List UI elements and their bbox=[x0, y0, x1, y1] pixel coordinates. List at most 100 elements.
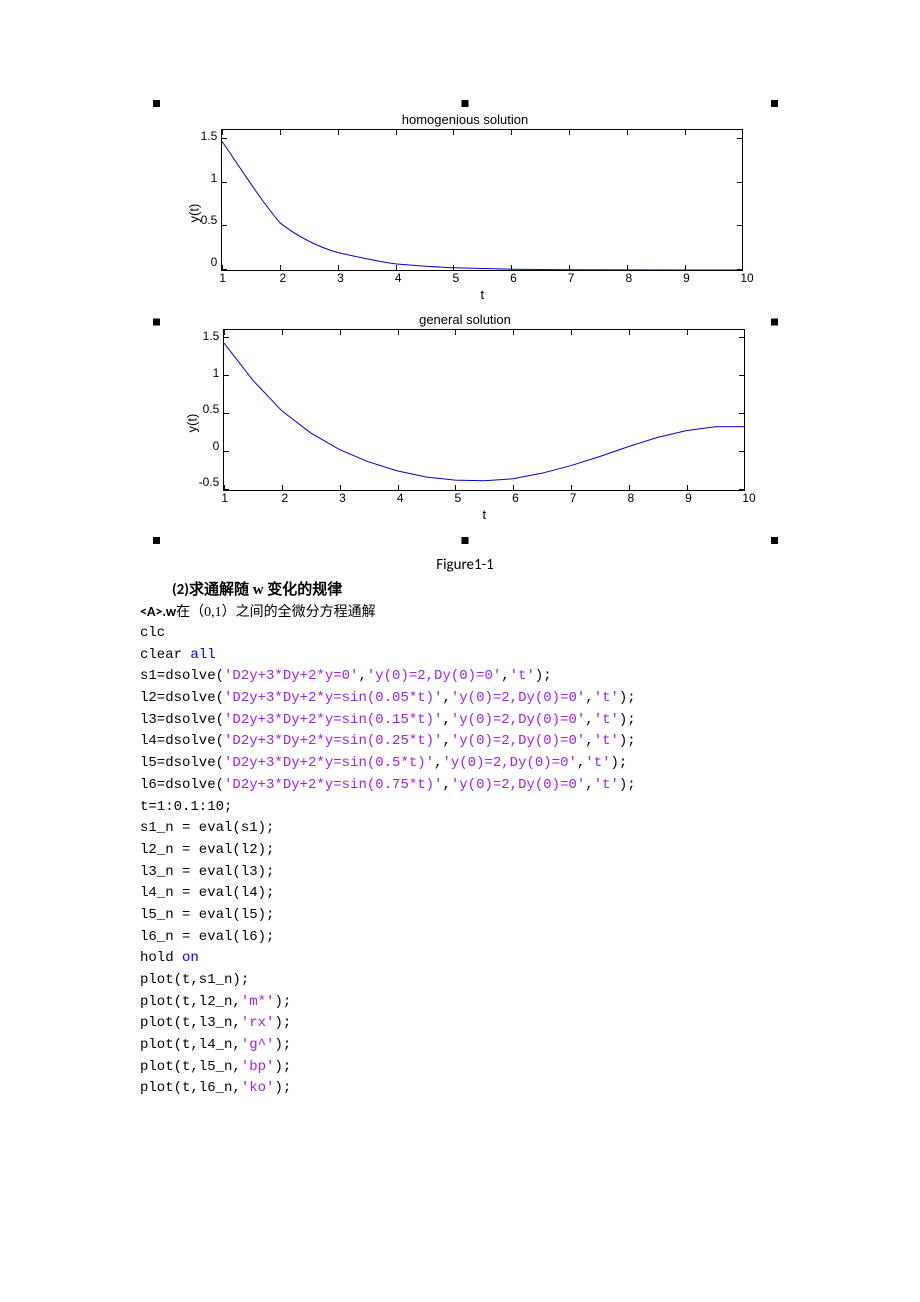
subheading-text: 在（0,1）之间的全微分方程通解 bbox=[176, 605, 376, 620]
code-string: 't' bbox=[510, 668, 535, 684]
code-line: l6_n = eval(l6); bbox=[140, 929, 274, 945]
plot-area bbox=[221, 129, 743, 271]
tick-label: 4 bbox=[395, 271, 396, 285]
selection-handle[interactable] bbox=[153, 100, 160, 107]
tick-label: 0.5 bbox=[201, 213, 218, 227]
code-string: 'D2y+3*Dy+2*y=sin(0.25*t)' bbox=[224, 733, 442, 749]
tick-label: 9 bbox=[685, 491, 686, 505]
code-line: l4=dsolve( bbox=[140, 733, 224, 749]
tick-label: 9 bbox=[683, 271, 684, 285]
code-string: 'rx' bbox=[241, 1015, 275, 1031]
code-string: 'D2y+3*Dy+2*y=sin(0.05*t)' bbox=[224, 690, 442, 706]
chart-title: general solution bbox=[161, 312, 770, 327]
tick-label: 7 bbox=[568, 271, 569, 285]
code-string: 'y(0)=2,Dy(0)=0' bbox=[367, 668, 501, 684]
code-line: plot(t,s1_n); bbox=[140, 972, 249, 988]
code-line: l4_n = eval(l4); bbox=[140, 885, 274, 901]
code-string: 't' bbox=[594, 777, 619, 793]
x-ticks: 1 2 3 4 5 6 7 8 9 10 bbox=[222, 271, 742, 285]
tick-label: 1.5 bbox=[201, 129, 218, 143]
code-line: hold bbox=[140, 950, 182, 966]
code-string: 't' bbox=[585, 755, 610, 771]
tick-label: 8 bbox=[627, 491, 628, 505]
code-string: 'D2y+3*Dy+2*y=sin(0.15*t)' bbox=[224, 712, 442, 728]
selection-handle[interactable] bbox=[462, 100, 469, 107]
x-axis-label: t bbox=[221, 287, 743, 302]
tick-label: 1 bbox=[211, 171, 218, 185]
tick-label: 3 bbox=[337, 271, 338, 285]
selection-handle[interactable] bbox=[771, 319, 778, 326]
tick-label: 5 bbox=[454, 491, 455, 505]
plot-row: y(t) 1.5 1 0.5 0 -0.5 bbox=[161, 329, 770, 522]
selection-handle[interactable] bbox=[153, 319, 160, 326]
code-string: 'y(0)=2,Dy(0)=0' bbox=[451, 690, 585, 706]
tick-label: 6 bbox=[512, 491, 513, 505]
x-axis-label: t bbox=[223, 507, 745, 522]
tick-label: 0 bbox=[213, 439, 220, 453]
tick-label: -0.5 bbox=[199, 475, 220, 489]
code-string: 'y(0)=2,Dy(0)=0' bbox=[442, 755, 576, 771]
code-string: 'y(0)=2,Dy(0)=0' bbox=[451, 777, 585, 793]
code-line: plot(t,l5_n, bbox=[140, 1059, 241, 1075]
x-ticks: 1 2 3 4 5 6 7 8 9 10 bbox=[224, 491, 744, 505]
tick-label: 1.5 bbox=[203, 329, 220, 343]
tick-label: 5 bbox=[452, 271, 453, 285]
tick-label: 8 bbox=[625, 271, 626, 285]
code-string: 'm*' bbox=[241, 994, 275, 1010]
y-axis-label: y(t) bbox=[184, 419, 199, 433]
code-string: 'D2y+3*Dy+2*y=0' bbox=[224, 668, 358, 684]
code-line: plot(t,l6_n, bbox=[140, 1080, 241, 1096]
heading-number: (2) bbox=[172, 581, 189, 599]
code-line: s1_n = eval(s1); bbox=[140, 820, 274, 836]
selection-handle[interactable] bbox=[771, 100, 778, 107]
section-heading-2: (2)求通解随 w 变化的规律 bbox=[172, 578, 790, 599]
code-string: 'ko' bbox=[241, 1080, 275, 1096]
tick-label: 10 bbox=[742, 491, 743, 505]
code-string: 'D2y+3*Dy+2*y=sin(0.75*t)' bbox=[224, 777, 442, 793]
tick-label: 6 bbox=[510, 271, 511, 285]
code-string: 'y(0)=2,Dy(0)=0' bbox=[451, 712, 585, 728]
tick-label: 3 bbox=[339, 491, 340, 505]
tick-label: 0 bbox=[211, 255, 218, 269]
code-string: 'D2y+3*Dy+2*y=sin(0.5*t)' bbox=[224, 755, 434, 771]
figure-caption: Figure1-1 bbox=[140, 556, 790, 574]
code-line: s1=dsolve( bbox=[140, 668, 224, 684]
plot-row: y(t) 1.5 1 0.5 0 bbox=[161, 129, 770, 302]
sub-heading-a: <A>.w在（0,1）之间的全微分方程通解 bbox=[140, 601, 790, 621]
tick-label: 1 bbox=[219, 271, 220, 285]
tick-label: 1 bbox=[213, 366, 220, 380]
code-string: 'y(0)=2,Dy(0)=0' bbox=[451, 733, 585, 749]
code-line: l3_n = eval(l3); bbox=[140, 864, 274, 880]
code-line: t=1:0.1:10; bbox=[140, 799, 232, 815]
tick-label: 10 bbox=[740, 271, 741, 285]
plot-column: 1 2 3 4 5 6 7 8 9 10 t bbox=[221, 129, 743, 302]
code-string: 't' bbox=[594, 712, 619, 728]
tick-label: 2 bbox=[280, 271, 281, 285]
code-line: clc bbox=[140, 625, 165, 641]
tick-label: 2 bbox=[282, 491, 283, 505]
plot-area bbox=[223, 329, 745, 491]
code-line: l5=dsolve( bbox=[140, 755, 224, 771]
code-line: l3=dsolve( bbox=[140, 712, 224, 728]
code-line: plot(t,l3_n, bbox=[140, 1015, 241, 1031]
code-line: l5_n = eval(l5); bbox=[140, 907, 274, 923]
figure-panel: homogenious solution y(t) 1.5 1 0.5 0 bbox=[153, 100, 778, 544]
code-block: clc clear all s1=dsolve('D2y+3*Dy+2*y=0'… bbox=[140, 623, 790, 1100]
code-line: clear bbox=[140, 647, 190, 663]
code-string: 't' bbox=[594, 733, 619, 749]
selection-handle[interactable] bbox=[153, 537, 160, 544]
axes: 1.5 1 0.5 0 bbox=[201, 129, 744, 302]
code-line: l2_n = eval(l2); bbox=[140, 842, 274, 858]
axes: 1.5 1 0.5 0 -0.5 bbox=[199, 329, 746, 522]
figure-inner: homogenious solution y(t) 1.5 1 0.5 0 bbox=[153, 100, 778, 544]
chart-title: homogenious solution bbox=[161, 112, 770, 127]
selection-handle[interactable] bbox=[771, 537, 778, 544]
line-curve bbox=[224, 330, 744, 490]
selection-handle[interactable] bbox=[462, 537, 469, 544]
code-line: plot(t,l4_n, bbox=[140, 1037, 241, 1053]
code-keyword: on bbox=[182, 950, 199, 966]
code-line: l6=dsolve( bbox=[140, 777, 224, 793]
y-ticks: 1.5 1 0.5 0 bbox=[201, 129, 222, 269]
tick-label: 7 bbox=[570, 491, 571, 505]
y-axis-label: y(t) bbox=[186, 209, 201, 223]
